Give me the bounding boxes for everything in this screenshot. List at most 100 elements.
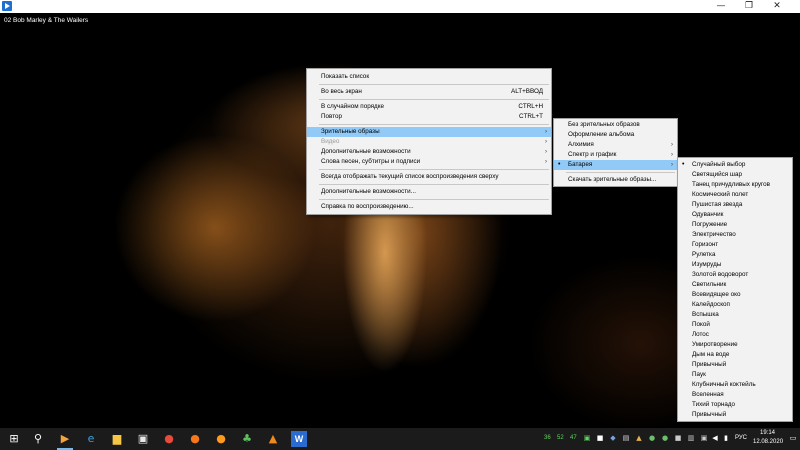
menu-item-download-visualizations[interactable]: Скачать зрительные образы...	[554, 175, 677, 185]
volume-icon[interactable]: ◀	[711, 434, 719, 443]
search-icon[interactable]: ⚲	[30, 431, 46, 447]
start-icon[interactable]: ⊞	[6, 431, 22, 447]
menu-item-always-on-top[interactable]: Всегда отображать текущий список воспрои…	[307, 172, 551, 182]
battery-item[interactable]: Привычный	[678, 360, 792, 370]
taskbar-app-firefox-alt[interactable]: ●	[213, 431, 229, 447]
language-indicator[interactable]: РУС	[735, 435, 747, 441]
menu-item-label: Повтор	[321, 113, 343, 120]
tray-app-icon[interactable]: ●	[648, 434, 656, 443]
taskbar-app-explorer[interactable]: ▆	[109, 431, 125, 447]
menu-item-fullscreen[interactable]: Во весь экран ALT+ВВОД	[307, 87, 551, 97]
battery-item[interactable]: Светильник	[678, 280, 792, 290]
maximize-button[interactable]: ❐	[735, 0, 763, 13]
minimize-button[interactable]: —	[707, 0, 735, 13]
chevron-right-icon: ›	[671, 152, 673, 158]
taskbar-app-word[interactable]: W	[291, 431, 307, 447]
notifications-icon[interactable]: ▭	[789, 434, 797, 443]
battery-item[interactable]: Погружение	[678, 220, 792, 230]
menu-item-battery[interactable]: • Батарея ›	[554, 160, 677, 170]
menu-item-no-visualization[interactable]: Без зрительных образов	[554, 120, 677, 130]
battery-item[interactable]: Рулетка	[678, 250, 792, 260]
battery-icon[interactable]: ▮	[722, 434, 730, 443]
taskbar-app-edge[interactable]: e	[83, 431, 99, 447]
menu-separator	[319, 199, 549, 200]
menu-item-enhancements[interactable]: Дополнительные возможности ›	[307, 147, 551, 157]
battery-item[interactable]: Пушистая звезда	[678, 200, 792, 210]
network-icon[interactable]: ▥	[687, 434, 695, 443]
tray-app-icon[interactable]: ■	[674, 434, 682, 443]
battery-item[interactable]: Дым на воде	[678, 350, 792, 360]
taskbar-app-vlc[interactable]: ▲	[265, 431, 281, 447]
menu-item-label: Паук	[692, 371, 706, 378]
battery-item[interactable]: Светящийся шар	[678, 170, 792, 180]
menu-item-label: В случайном порядке	[321, 103, 385, 110]
menu-item-shuffle[interactable]: В случайном порядке CTRL+H	[307, 102, 551, 112]
clock-date[interactable]: 12.08.2020	[753, 439, 783, 445]
monitor-icon[interactable]: ▣	[583, 434, 591, 443]
menu-item-video[interactable]: Видео ›	[307, 137, 551, 147]
battery-item[interactable]: Умиротворение	[678, 340, 792, 350]
vlc-icon: ▲	[268, 432, 278, 445]
tray-app-icon[interactable]: ●	[661, 434, 669, 443]
menu-item-album-art[interactable]: Оформление альбома	[554, 130, 677, 140]
battery-item[interactable]: Клубничный коктейль	[678, 380, 792, 390]
battery-item[interactable]: Всевидящее око	[678, 290, 792, 300]
menu-item-label: Случайный выбор	[692, 161, 746, 168]
menu-item-show-list[interactable]: Показать список	[307, 72, 551, 82]
battery-item[interactable]: Электричество	[678, 230, 792, 240]
taskbar-app-chrome[interactable]: ●	[161, 431, 177, 447]
battery-item[interactable]: Изумруды	[678, 260, 792, 270]
battery-item[interactable]: Калейдоскоп	[678, 300, 792, 310]
tray-temperature-3[interactable]: 47	[570, 435, 577, 441]
menu-separator	[319, 99, 549, 100]
battery-item[interactable]: Горизонт	[678, 240, 792, 250]
battery-item[interactable]: Космический полет	[678, 190, 792, 200]
close-button[interactable]: ✕	[763, 0, 791, 13]
tray-app-icon[interactable]: ▲	[635, 434, 643, 443]
battery-item[interactable]: Одуванчик	[678, 210, 792, 220]
firefox-alt-icon: ●	[216, 432, 226, 445]
menu-item-visualizations[interactable]: Зрительные образы ›	[307, 127, 551, 137]
taskbar-app-firefox[interactable]: ●	[187, 431, 203, 447]
battery-item[interactable]: Золотой водоворот	[678, 270, 792, 280]
tray-app-icon[interactable]: ▣	[700, 434, 708, 443]
chevron-right-icon: ›	[545, 159, 547, 165]
menu-item-label: Привычный	[692, 411, 727, 418]
tray-temperature-1[interactable]: 36	[544, 435, 551, 441]
tray-app-icon[interactable]: ◆	[609, 434, 617, 443]
taskbar-app-media-player[interactable]: ▶	[57, 431, 73, 450]
menu-item-more-options[interactable]: Дополнительные возможности...	[307, 187, 551, 197]
menu-item-label: Танец причудливых кругов	[692, 181, 771, 188]
menu-item-label: Дым на воде	[692, 351, 730, 358]
menu-item-label: Одуванчик	[692, 211, 724, 218]
battery-item[interactable]: Привычный	[678, 410, 792, 420]
battery-item[interactable]: Тихий торнадо	[678, 400, 792, 410]
taskbar-app-store[interactable]: ▣	[135, 431, 151, 447]
battery-item[interactable]: Покой	[678, 320, 792, 330]
menu-item-alchemy[interactable]: Алхимия ›	[554, 140, 677, 150]
chrome-icon: ●	[164, 432, 174, 445]
firefox-icon: ●	[190, 432, 200, 445]
battery-item[interactable]: Вселенная	[678, 390, 792, 400]
menu-item-label: Светильник	[692, 281, 727, 288]
taskbar-app-game[interactable]: ♣	[239, 431, 255, 447]
media-player-icon: ▶	[60, 432, 70, 445]
chevron-right-icon: ›	[545, 139, 547, 145]
battery-item[interactable]: Танец причудливых кругов	[678, 180, 792, 190]
media-player-icon[interactable]	[2, 1, 12, 11]
menu-item-lyrics[interactable]: Слова песен, субтитры и подписи ›	[307, 157, 551, 167]
menu-item-repeat[interactable]: Повтор CTRL+T	[307, 112, 551, 122]
battery-item[interactable]: • Случайный выбор	[678, 160, 792, 170]
menu-item-spectrum[interactable]: Спектр и график ›	[554, 150, 677, 160]
battery-item[interactable]: Паук	[678, 370, 792, 380]
tray-temperature-2[interactable]: 52	[557, 435, 564, 441]
tray-app-icon[interactable]: ▤	[622, 434, 630, 443]
battery-item[interactable]: Лотос	[678, 330, 792, 340]
menu-item-label: Изумруды	[692, 261, 722, 268]
battery-item[interactable]: Вспышка	[678, 310, 792, 320]
menu-item-help[interactable]: Справка по воспроизведению...	[307, 202, 551, 212]
menu-item-label: Погружение	[692, 221, 728, 228]
clock-time[interactable]: 19:14	[760, 430, 775, 436]
store-icon: ▣	[137, 432, 149, 445]
tray-app-icon[interactable]: ■	[596, 434, 604, 443]
